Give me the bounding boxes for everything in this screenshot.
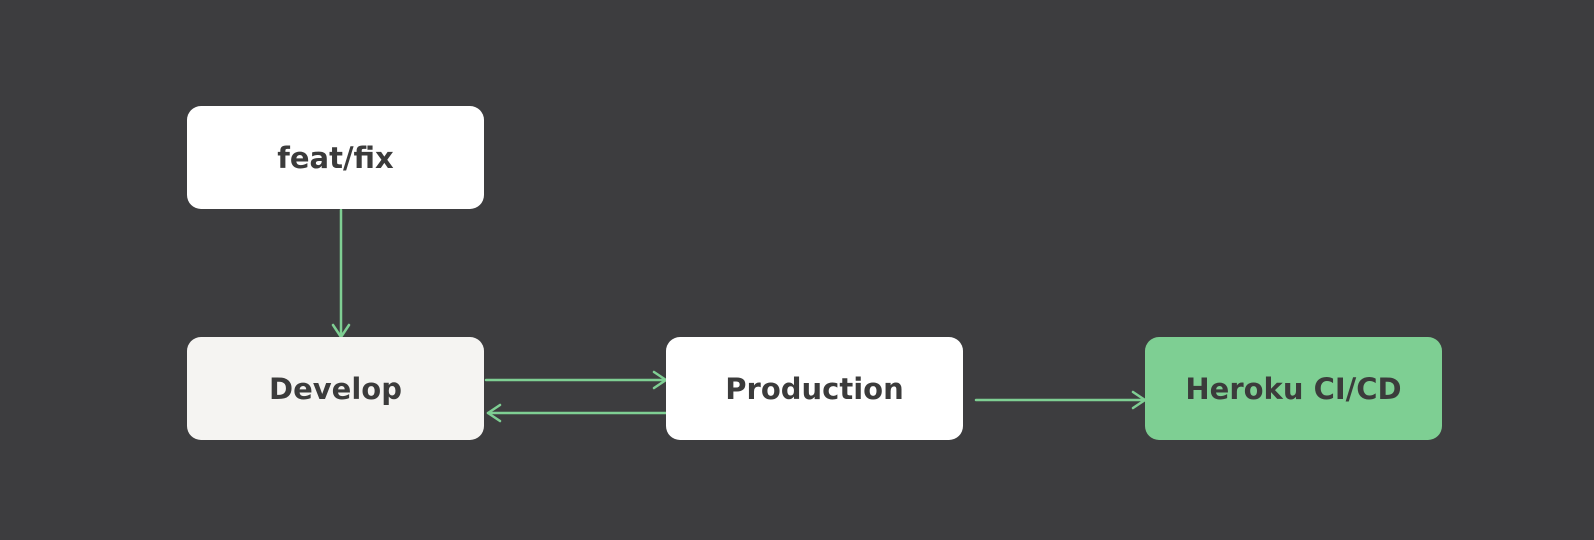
node-develop: Develop <box>187 337 484 440</box>
node-feat-fix-label: feat/fix <box>277 140 394 175</box>
edge-production-to-heroku <box>974 390 1147 410</box>
node-heroku-ci-cd-label: Heroku CI/CD <box>1185 371 1402 406</box>
edge-feat-to-develop <box>331 208 351 339</box>
edge-production-to-develop <box>486 403 668 423</box>
node-heroku-ci-cd: Heroku CI/CD <box>1145 337 1442 440</box>
node-feat-fix: feat/fix <box>187 106 484 209</box>
node-production: Production <box>666 337 963 440</box>
diagram-canvas: feat/fix Develop Production Heroku CI/CD <box>0 0 1594 540</box>
node-production-label: Production <box>725 371 904 406</box>
edges-layer <box>331 208 1147 423</box>
edge-develop-to-production <box>484 370 668 390</box>
node-develop-label: Develop <box>269 371 402 406</box>
